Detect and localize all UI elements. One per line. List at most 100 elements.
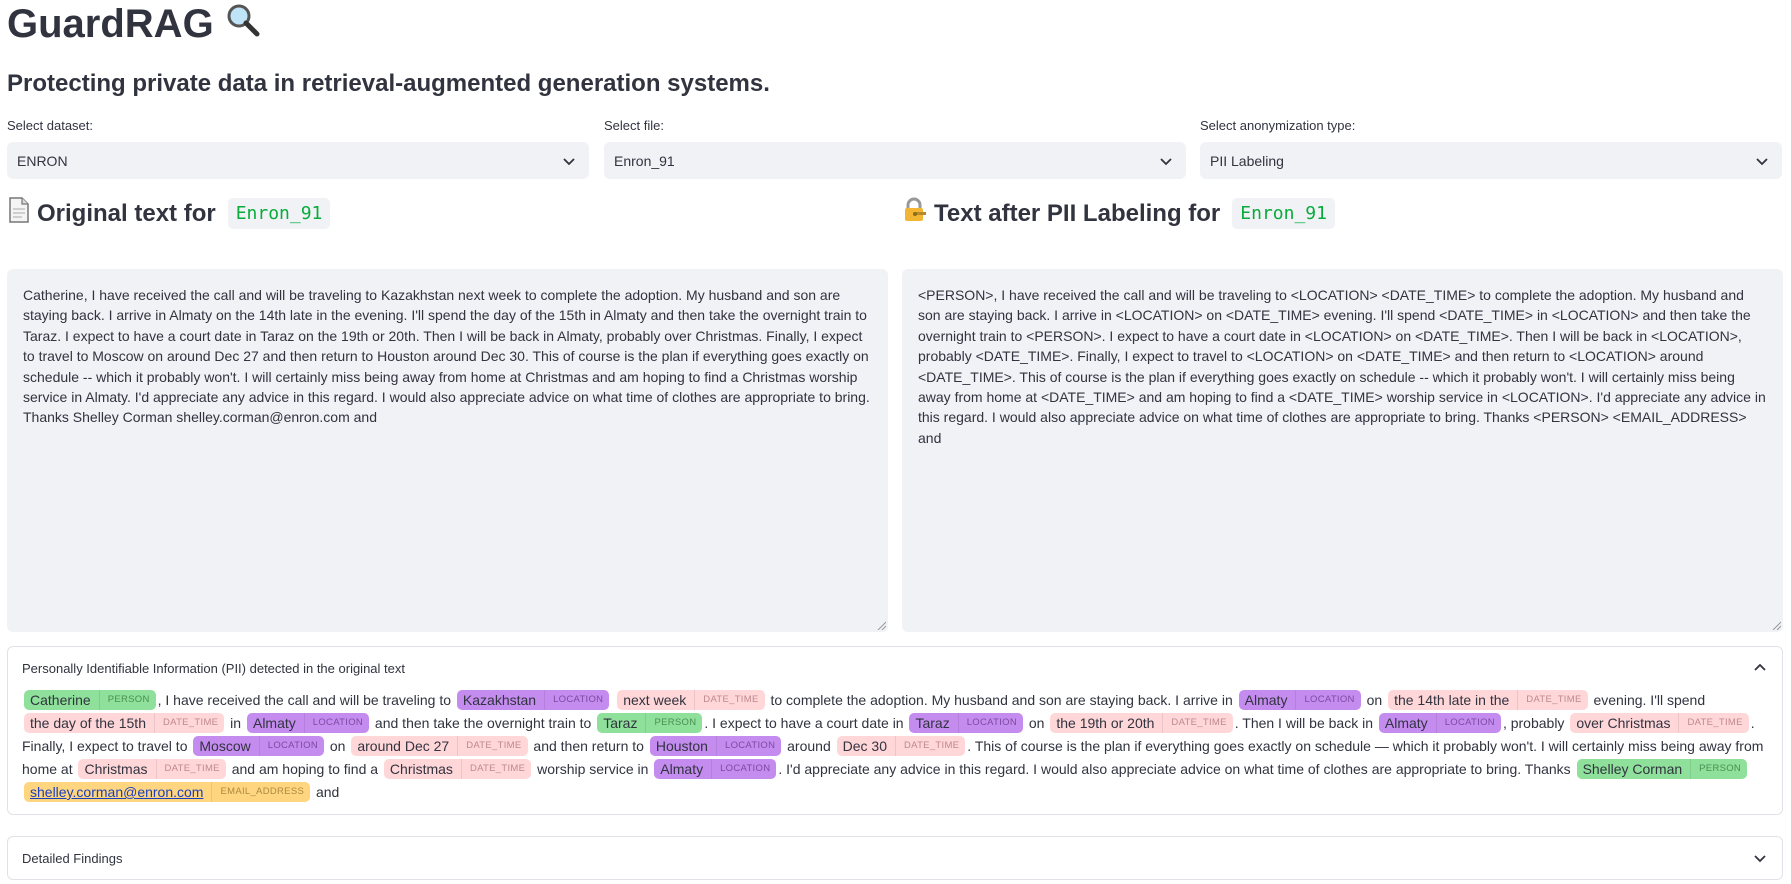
pii-expander: Personally Identifiable Information (PII… [7, 646, 1783, 815]
chevron-down-icon [1754, 855, 1766, 863]
pii-entity-text: Catherine [30, 692, 91, 708]
pii-entity-person: Catherine PERSON [24, 690, 156, 710]
pii-plain-text: evening. I'll spend [1589, 692, 1706, 708]
pii-plain-text: and then return to [529, 738, 648, 754]
pii-plain-text: , I have received the call and will be t… [157, 692, 455, 708]
findings-expander-title: Detailed Findings [22, 850, 123, 866]
pii-entity-text: Almaty [660, 761, 704, 777]
dataset-select-value: ENRON [17, 152, 68, 169]
findings-expander-header[interactable]: Detailed Findings [8, 837, 1782, 879]
pii-entity-text: Moscow [199, 738, 251, 754]
anonymized-text-heading: Text after PII Labeling for Enron_91 [902, 197, 1335, 230]
chevron-down-icon [1756, 157, 1768, 165]
pii-expander-title: Personally Identifiable Information (PII… [22, 660, 405, 676]
pii-entity-type-label: DATE_TIME [153, 713, 218, 733]
pii-entity-type-label: DATE_TIME [694, 690, 758, 710]
file-select-value: Enron_91 [614, 152, 675, 169]
file-select[interactable]: Enron_91 [604, 142, 1186, 179]
pii-entity-location: Houston LOCATION [649, 736, 782, 756]
page-subtitle: Protecting private data in retrieval-aug… [7, 70, 770, 97]
pii-entity-type-label: PERSON [645, 713, 696, 733]
pii-plain-text: on [326, 738, 350, 754]
pii-plain-text: to complete the adoption. My husband and… [766, 692, 1237, 708]
pii-entity-date-time: the day of the 15th DATE_TIME [24, 713, 225, 733]
pii-entity-type-label: LOCATION [1435, 713, 1495, 733]
page-icon [7, 197, 31, 230]
pii-plain-text: and [312, 784, 340, 800]
pii-entity-type-label: DATE_TIME [460, 759, 525, 779]
original-text: Catherine, I have received the call and … [23, 287, 870, 426]
pii-entity-text: Shelley Corman [1582, 761, 1683, 777]
pii-entity-type-label: EMAIL_ADDRESS [211, 782, 304, 802]
pii-entity-text: the 19th or 20th [1056, 715, 1155, 731]
pii-entity-text: Almaty [1384, 715, 1428, 731]
title-text: GuardRAG [7, 1, 214, 46]
pii-entity-email-address: shelley.corman@enron.com EMAIL_ADDRESS [24, 782, 311, 802]
pii-entity-type-label: DATE_TIME [894, 736, 959, 756]
file-select-group: Select file: Enron_91 [604, 118, 1186, 179]
pii-entity-date-time: Christmas DATE_TIME [383, 759, 532, 779]
anonymization-select[interactable]: PII Labeling [1200, 142, 1782, 179]
pii-entity-text: Dec 30 [842, 738, 887, 754]
pii-entity-date-time: Dec 30 DATE_TIME [836, 736, 966, 756]
pii-entity-location: Almaty LOCATION [654, 759, 777, 779]
chevron-up-icon [1754, 663, 1766, 671]
pii-entity-type-label: DATE_TIME [1162, 713, 1226, 733]
anonymized-heading-text: Text after PII Labeling for [934, 199, 1221, 227]
pii-entity-text: Kazakhstan [462, 692, 537, 708]
pii-entity-text[interactable]: shelley.corman@enron.com [30, 782, 203, 802]
resize-handle-icon[interactable] [876, 620, 886, 630]
file-select-label: Select file: [604, 118, 664, 133]
anonymized-text-area[interactable]: <PERSON>, I have received the call and w… [902, 269, 1783, 632]
pii-entity-person: Shelley Corman PERSON [1576, 759, 1748, 779]
pii-entity-location: Almaty LOCATION [1378, 713, 1501, 733]
pii-entity-person: Taraz PERSON [597, 713, 703, 733]
pii-plain-text: . I expect to have a court date in [704, 715, 908, 731]
pii-plain-text: . I'd appreciate any advice in this rega… [778, 761, 1575, 777]
pii-entity-date-time: next week DATE_TIME [617, 690, 765, 710]
pii-entity-text: Christmas [84, 761, 148, 777]
anonymization-select-label: Select anonymization type: [1200, 118, 1356, 133]
chevron-down-icon [563, 157, 575, 165]
pii-plain-text: on [1024, 715, 1049, 731]
anonymization-select-group: Select anonymization type: PII Labeling [1200, 118, 1782, 179]
anonymization-select-value: PII Labeling [1210, 152, 1284, 169]
original-text-heading: Original text for Enron_91 [7, 197, 331, 230]
pii-plain-text [611, 692, 615, 708]
dataset-select-group: Select dataset: ENRON [7, 118, 589, 179]
pii-entity-text: Taraz [915, 715, 950, 731]
pii-entity-type-label: LOCATION [258, 736, 318, 756]
pii-entity-type-label: DATE_TIME [1517, 690, 1581, 710]
pii-entity-location: Almaty LOCATION [1238, 690, 1361, 710]
resize-handle-icon[interactable] [1771, 620, 1781, 630]
pii-entity-date-time: Christmas DATE_TIME [78, 759, 226, 779]
pii-entity-text: Almaty [252, 715, 296, 731]
pii-plain-text: around [783, 738, 835, 754]
pii-entity-type-label: LOCATION [1295, 690, 1354, 710]
pii-entity-type-label: LOCATION [711, 759, 770, 779]
pii-entity-date-time: the 14th late in the DATE_TIME [1388, 690, 1588, 710]
dataset-select-label: Select dataset: [7, 118, 93, 133]
pii-entity-type-label: DATE_TIME [155, 759, 220, 779]
anonymized-text: <PERSON>, I have received the call and w… [918, 287, 1766, 446]
pii-entity-text: Christmas [389, 761, 453, 777]
pii-entity-date-time: the 19th or 20th DATE_TIME [1050, 713, 1233, 733]
magnifier-icon [224, 1, 262, 48]
pii-entity-type-label: DATE_TIME [457, 736, 521, 756]
dataset-select[interactable]: ENRON [7, 142, 589, 179]
pii-entity-type-label: PERSON [1690, 759, 1741, 779]
pii-entity-text: over Christmas [1576, 715, 1671, 731]
pii-entity-date-time: around Dec 27 DATE_TIME [351, 736, 528, 756]
lock-key-icon [902, 197, 928, 230]
pii-entity-location: Moscow LOCATION [193, 736, 324, 756]
pii-plain-text: worship service in [533, 761, 653, 777]
original-text-area[interactable]: Catherine, I have received the call and … [7, 269, 888, 632]
pii-expander-header[interactable]: Personally Identifiable Information (PII… [8, 647, 1782, 689]
pii-entity-text: around Dec 27 [357, 738, 450, 754]
chevron-down-icon [1160, 157, 1172, 165]
pii-plain-text: on [1362, 692, 1387, 708]
pii-entity-text: Almaty [1244, 692, 1288, 708]
pii-annotated-text: Catherine PERSON , I have received the cal… [8, 689, 1782, 814]
findings-expander: Detailed Findings [7, 836, 1783, 880]
pii-entity-text: the 14th late in the [1394, 692, 1510, 708]
